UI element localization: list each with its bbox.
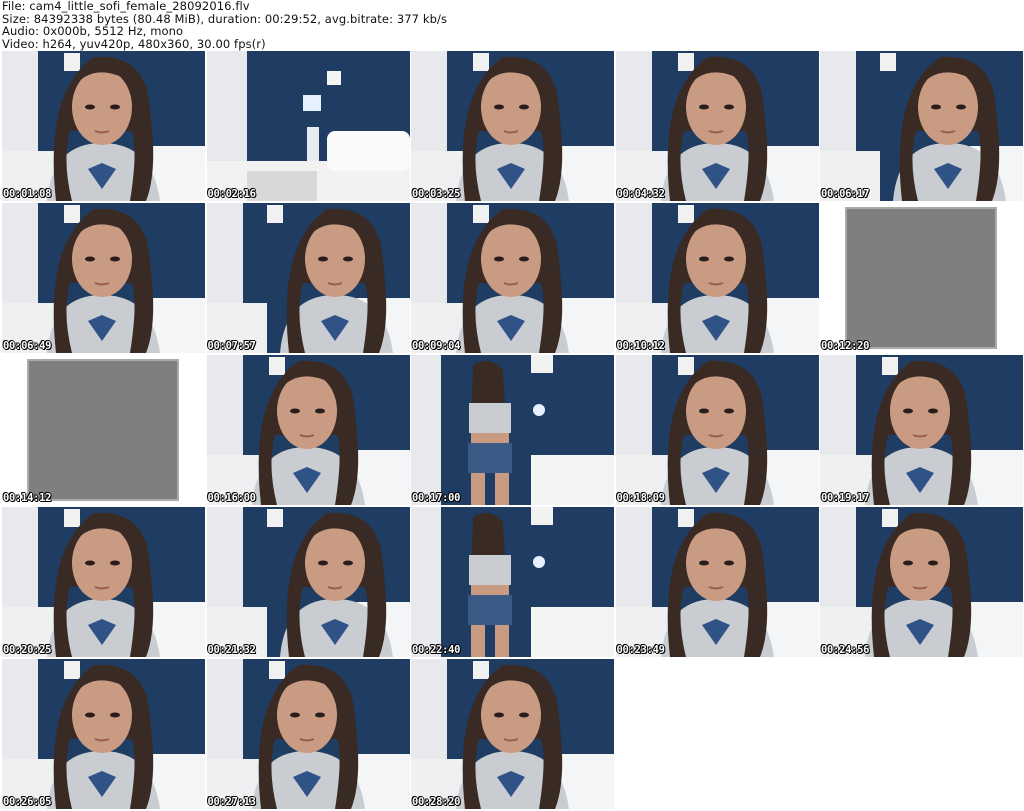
video-thumbnail: 00:24:56 [820,507,1023,657]
video-thumbnail: 00:09:04 [411,203,614,353]
video-thumbnail: 00:14:12 [2,355,205,505]
thumbnail-timestamp: 00:02:16 [207,188,256,200]
video-thumbnail: 00:20:25 [2,507,205,657]
thumbnail-frame-image [615,51,819,201]
thumbnail-frame-image [2,659,205,809]
video-thumbnail: 00:28:20 [411,659,614,809]
file-info-header: File: cam4_little_sofi_female_28092016.f… [2,0,447,50]
video-thumbnail: 00:26:05 [2,659,205,809]
thumbnail-timestamp: 00:14:12 [3,492,52,504]
video-thumbnail: 00:16:00 [206,355,410,505]
audio-info-line: Audio: 0x000b, 5512 Hz, mono [2,24,184,38]
thumbnail-timestamp: 00:01:08 [3,188,52,200]
thumbnail-frame-image [820,51,1023,201]
thumbnail-frame-image [2,507,205,657]
thumbnail-frame-image [411,507,614,657]
thumbnail-timestamp: 00:21:32 [207,644,256,656]
video-thumbnail: 00:02:16 [206,51,410,201]
video-thumbnail: 00:19:17 [820,355,1023,505]
video-thumbnail: 00:21:32 [206,507,410,657]
thumbnail-timestamp: 00:26:05 [3,796,52,808]
video-thumbnail: 00:06:49 [2,203,205,353]
thumbnail-timestamp: 00:09:04 [412,340,461,352]
thumbnail-frame-image [411,51,614,201]
thumbnail-frame-image [206,51,410,201]
thumbnail-frame-image [615,203,819,353]
thumbnail-frame-image [615,355,819,505]
video-info-line: Video: h264, yuv420p, 480x360, 30.00 fps… [2,36,266,51]
video-thumbnail: 00:03:25 [411,51,614,201]
thumbnail-timestamp: 00:28:20 [412,796,461,808]
video-thumbnail: 00:27:13 [206,659,410,809]
thumbnail-timestamp: 00:06:17 [821,188,870,200]
thumbnail-frame-image [411,659,614,809]
video-thumbnail: 00:22:40 [411,507,614,657]
thumbnail-timestamp: 00:22:40 [412,644,461,656]
thumbnail-frame-image [820,355,1023,505]
thumbnail-timestamp: 00:27:13 [207,796,256,808]
thumbnail-timestamp: 00:04:32 [616,188,665,200]
thumbnail-timestamp: 00:10:12 [616,340,665,352]
thumbnail-timestamp: 00:03:25 [412,188,461,200]
thumbnail-frame-image [206,203,410,353]
thumbnail-frame-image [206,355,410,505]
thumbnail-timestamp: 00:24:56 [821,644,870,656]
video-thumbnail: 00:17:00 [411,355,614,505]
file-name-line: File: cam4_little_sofi_female_28092016.f… [2,0,250,13]
thumbnail-frame-image [820,203,1023,353]
video-thumbnail: 00:04:32 [615,51,819,201]
thumbnail-timestamp: 00:07:57 [207,340,256,352]
thumbnail-timestamp: 00:17:00 [412,492,461,504]
thumbnail-timestamp: 00:16:00 [207,492,256,504]
thumbnail-timestamp: 00:12:20 [821,340,870,352]
video-thumbnail: 00:06:17 [820,51,1023,201]
thumbnail-timestamp: 00:06:49 [3,340,52,352]
thumbnail-timestamp: 00:20:25 [3,644,52,656]
thumbnail-timestamp: 00:19:17 [821,492,870,504]
thumbnail-frame-image [411,203,614,353]
video-thumbnail: 00:23:49 [615,507,819,657]
thumbnail-frame-image [615,507,819,657]
video-thumbnail: 00:01:08 [2,51,205,201]
thumbnail-timestamp: 00:23:49 [616,644,665,656]
thumbnail-frame-image [206,659,410,809]
thumbnail-frame-image [2,51,205,201]
thumbnail-frame-image [2,355,205,505]
thumbnail-timestamp: 00:18:09 [616,492,665,504]
thumbnail-grid: 00:01:08 00:02:16 00:03:25 00:04:32 00:0… [2,51,1024,811]
thumbnail-frame-image [820,507,1023,657]
video-thumbnail: 00:12:20 [820,203,1023,353]
thumbnail-frame-image [2,203,205,353]
thumbnail-frame-image [411,355,614,505]
thumbnail-frame-image [206,507,410,657]
video-thumbnail: 00:07:57 [206,203,410,353]
video-thumbnail: 00:18:09 [615,355,819,505]
video-thumbnail: 00:10:12 [615,203,819,353]
